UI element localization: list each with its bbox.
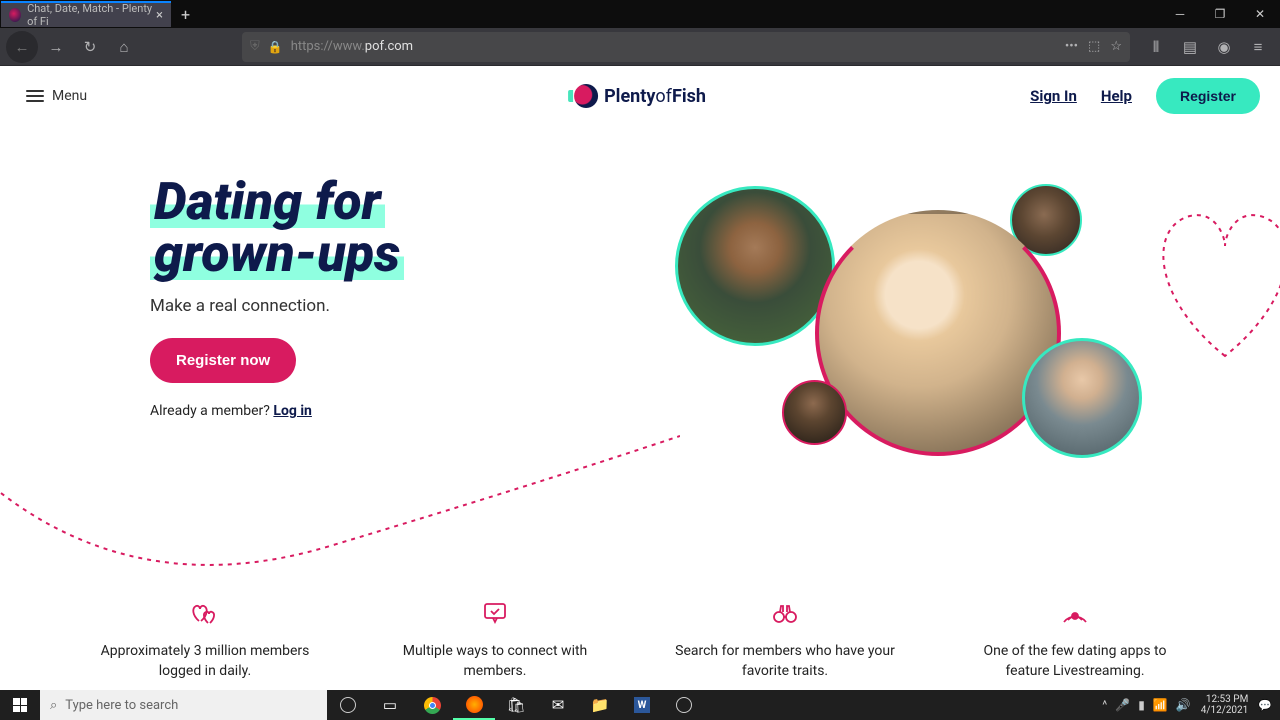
feature-item: One of the few dating apps to feature Li… (960, 596, 1190, 681)
avatar (782, 380, 847, 445)
forward-button[interactable]: → (40, 31, 72, 63)
feature-text: Approximately 3 million members logged i… (90, 642, 320, 681)
feature-item: Search for members who have your favorit… (670, 596, 900, 681)
windows-taskbar: ⌕ Type here to search ▭ 🛍 ✉ 📁 W ^ 🎤 ▮ 📶 … (0, 690, 1280, 720)
chat-icon (380, 596, 610, 630)
taskbar-search[interactable]: ⌕ Type here to search (40, 690, 327, 720)
lock-icon[interactable]: 🔒 (268, 40, 283, 54)
tray-mic-icon[interactable]: 🎤 (1115, 698, 1130, 712)
tray-volume-icon[interactable]: 🔊 (1176, 698, 1191, 712)
browser-toolbar: ← → ↻ ⌂ ⛨ 🔒 https://www.pof.com ••• ⬚ ☆ … (0, 28, 1280, 66)
feature-item: Multiple ways to connect with members. (380, 596, 610, 681)
windows-logo-icon (13, 698, 27, 712)
notifications-icon[interactable]: 💬 (1258, 699, 1272, 712)
sidebars-icon[interactable]: ▤ (1174, 31, 1206, 63)
heart-outline-icon (1130, 196, 1280, 366)
taskbar-clock[interactable]: 12:53 PM 4/12/2021 (1201, 694, 1249, 716)
tray-battery-icon[interactable]: ▮ (1138, 698, 1145, 712)
hearts-icon (90, 596, 320, 630)
avatar (1022, 338, 1142, 458)
feature-item: Approximately 3 million members logged i… (90, 596, 320, 681)
profile-icon[interactable]: ◉ (1208, 31, 1240, 63)
start-button[interactable] (0, 690, 40, 720)
hero-images (630, 126, 1280, 506)
task-icons: ▭ 🛍 ✉ 📁 W (327, 690, 705, 720)
browser-tab[interactable]: Chat, Date, Match - Plenty of Fi × (1, 1, 171, 27)
window-controls: ─ ❐ ✕ (1160, 0, 1280, 28)
url-domain: pof.com (365, 39, 413, 54)
tray-chevron-icon[interactable]: ^ (1102, 698, 1107, 712)
system-tray: ^ 🎤 ▮ 📶 🔊 12:53 PM 4/12/2021 💬 (1102, 694, 1280, 716)
chrome-icon[interactable] (411, 690, 453, 720)
signin-link[interactable]: Sign In (1030, 87, 1077, 105)
maximize-button[interactable]: ❐ (1200, 0, 1240, 28)
pocket-icon[interactable]: ⬚ (1088, 39, 1100, 54)
feature-text: One of the few dating apps to feature Li… (960, 642, 1190, 681)
feature-text: Multiple ways to connect with members. (380, 642, 610, 681)
avatar (815, 210, 1061, 456)
library-icon[interactable]: ⫴ (1140, 31, 1172, 63)
logo-icon (574, 84, 598, 108)
search-icon: ⌕ (50, 698, 57, 713)
home-button[interactable]: ⌂ (108, 31, 140, 63)
more-icon[interactable]: ••• (1065, 39, 1078, 54)
cortana-icon[interactable] (327, 690, 369, 720)
close-window-button[interactable]: ✕ (1240, 0, 1280, 28)
bookmark-icon[interactable]: ☆ (1110, 39, 1122, 54)
site-header: Menu PlentyofFish Sign In Help Register (0, 66, 1280, 126)
word-icon[interactable]: W (621, 690, 663, 720)
register-now-button[interactable]: Register now (150, 338, 296, 383)
features-row: Approximately 3 million members logged i… (0, 566, 1280, 690)
taskview-icon[interactable]: ▭ (369, 690, 411, 720)
menu-button[interactable]: Menu (26, 88, 87, 104)
store-icon[interactable]: 🛍 (495, 690, 537, 720)
register-button[interactable]: Register (1156, 78, 1260, 114)
browser-titlebar: Chat, Date, Match - Plenty of Fi × + ─ ❐… (0, 0, 1280, 28)
logo-text: PlentyofFish (604, 86, 706, 107)
shield-icon[interactable]: ⛨ (250, 39, 260, 54)
menu-icon[interactable]: ≡ (1242, 31, 1274, 63)
avatar (675, 186, 835, 346)
minimize-button[interactable]: ─ (1160, 0, 1200, 28)
mail-icon[interactable]: ✉ (537, 690, 579, 720)
binoculars-icon (670, 596, 900, 630)
reload-button[interactable]: ↻ (74, 31, 106, 63)
hero-section: Dating forgrown-ups Make a real connecti… (0, 126, 1280, 566)
feature-text: Search for members who have your favorit… (670, 642, 900, 681)
hamburger-icon (26, 90, 44, 102)
tray-wifi-icon[interactable]: 📶 (1153, 698, 1168, 712)
tab-favicon (9, 8, 21, 22)
menu-label: Menu (52, 88, 87, 104)
new-tab-button[interactable]: + (181, 5, 190, 24)
obs-icon[interactable] (663, 690, 705, 720)
tab-close-icon[interactable]: × (156, 8, 163, 23)
explorer-icon[interactable]: 📁 (579, 690, 621, 720)
back-button[interactable]: ← (6, 31, 38, 63)
login-link[interactable]: Log in (273, 403, 312, 419)
page-viewport[interactable]: Menu PlentyofFish Sign In Help Register … (0, 66, 1280, 690)
broadcast-icon (960, 596, 1190, 630)
firefox-icon[interactable] (453, 690, 495, 720)
tab-title: Chat, Date, Match - Plenty of Fi (27, 2, 156, 28)
search-placeholder: Type here to search (65, 698, 178, 713)
url-prefix: https://www. (291, 39, 365, 54)
url-bar[interactable]: ⛨ 🔒 https://www.pof.com ••• ⬚ ☆ (242, 32, 1130, 62)
site-logo[interactable]: PlentyofFish (574, 84, 706, 108)
help-link[interactable]: Help (1101, 87, 1132, 105)
